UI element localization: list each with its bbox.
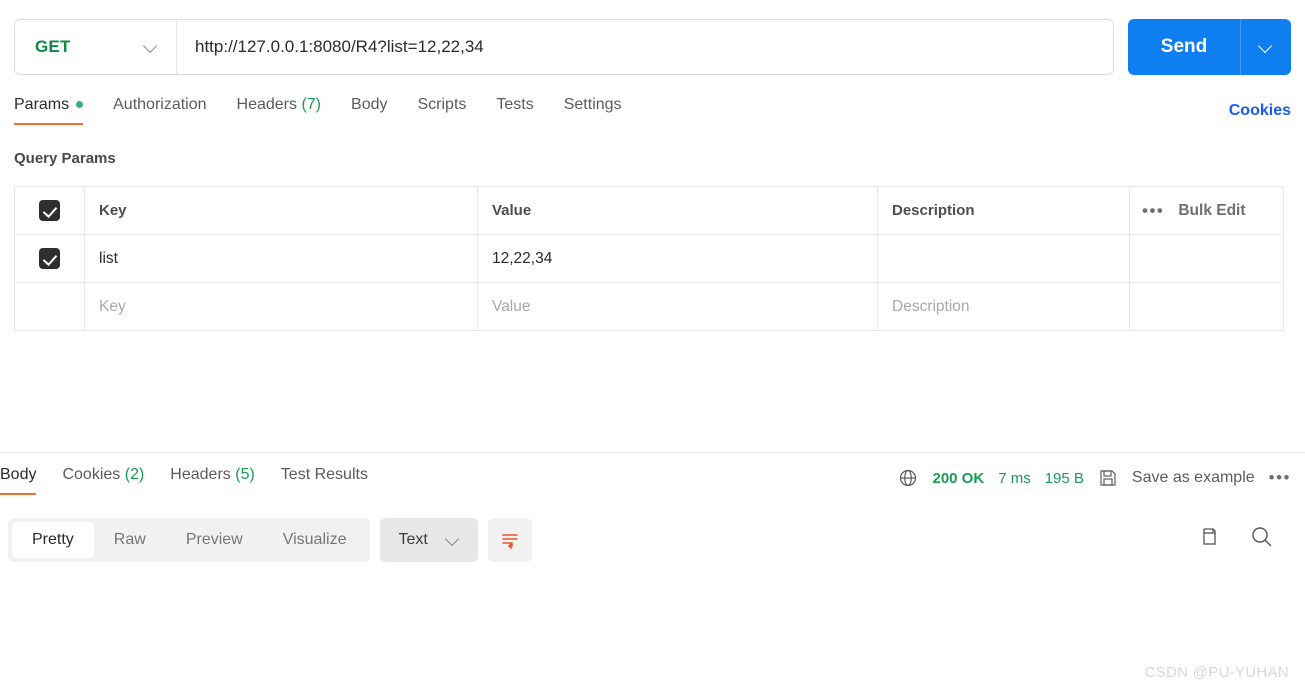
tab-params[interactable]: Params [14, 96, 84, 125]
status-code: 200 OK [932, 469, 985, 487]
view-mode-raw[interactable]: Raw [94, 522, 166, 558]
new-row-description-input[interactable]: Description [877, 282, 1130, 331]
response-time: 7 ms [998, 469, 1031, 487]
tab-params-label: Params [14, 96, 70, 113]
tab-scripts-label: Scripts [417, 96, 467, 113]
send-button[interactable]: Send [1128, 19, 1241, 75]
tab-tests[interactable]: Tests [496, 96, 533, 125]
response-tab-cookies-label: Cookies [62, 466, 121, 483]
wrap-lines-button[interactable] [487, 518, 532, 562]
tab-headers[interactable]: Headers (7) [237, 96, 322, 125]
table-header-row: Key Value Description ••• Bulk Edit [14, 186, 1284, 235]
watermark-text: CSDN @PU-YUHAN [1144, 664, 1289, 681]
copy-icon[interactable] [1197, 525, 1221, 549]
response-status-bar: 200 OK 7 ms 195 B Save as example ••• [898, 468, 1291, 488]
postman-window: GET Send Params Authorization Headers (7… [0, 0, 1305, 695]
chevron-down-icon [446, 533, 460, 547]
view-mode-visualize[interactable]: Visualize [263, 522, 367, 558]
tab-scripts[interactable]: Scripts [417, 96, 466, 125]
response-more-options-icon[interactable]: ••• [1269, 469, 1291, 486]
response-tab-test-results-label: Test Results [280, 466, 368, 483]
row-description[interactable] [877, 234, 1130, 283]
row-select-cell-empty [14, 282, 85, 331]
row-select-cell [14, 234, 85, 283]
response-tabs: Body Cookies (2) Headers (5) Test Result… [0, 466, 394, 500]
response-body-area[interactable]: 1 接到参数, list:[12, 22, 34] [0, 568, 1305, 695]
view-mode-pretty[interactable]: Pretty [12, 522, 94, 558]
column-header-description: Description [877, 186, 1130, 235]
send-options-button[interactable] [1241, 19, 1291, 75]
send-button-group: Send [1128, 19, 1291, 75]
tab-body[interactable]: Body [351, 96, 387, 125]
row-value[interactable]: 12,22,34 [477, 234, 878, 283]
more-options-icon[interactable]: ••• [1142, 202, 1164, 219]
tab-headers-count: (7) [301, 96, 322, 113]
response-tab-headers-count: (5) [235, 466, 255, 483]
chevron-down-icon [144, 40, 158, 54]
tab-settings[interactable]: Settings [564, 96, 622, 125]
response-tab-body-label: Body [0, 466, 37, 483]
save-icon[interactable] [1098, 468, 1118, 488]
column-header-value: Value [477, 186, 878, 235]
table-row: list 12,22,34 [14, 234, 1284, 283]
response-tab-cookies-count: (2) [124, 466, 145, 483]
http-method-select[interactable]: GET [15, 20, 177, 74]
tab-body-label: Body [351, 96, 388, 113]
select-all-checkbox[interactable] [39, 200, 60, 221]
chevron-down-icon [1259, 40, 1273, 54]
row-key[interactable]: list [84, 234, 478, 283]
tab-headers-label: Headers [236, 96, 297, 113]
response-tab-test-results[interactable]: Test Results [281, 466, 368, 495]
save-as-example-button[interactable]: Save as example [1132, 469, 1255, 487]
response-tab-headers-label: Headers [170, 466, 231, 483]
response-tab-cookies[interactable]: Cookies (2) [62, 466, 144, 495]
tab-tests-label: Tests [496, 96, 534, 113]
unsaved-dot-icon [76, 101, 84, 109]
table-actions-cell: ••• Bulk Edit [1129, 186, 1284, 235]
url-input[interactable] [177, 20, 1113, 74]
table-row-placeholder: Key Value Description [14, 282, 1284, 331]
pane-divider [0, 452, 1305, 453]
select-all-cell [14, 186, 85, 235]
view-mode-preview[interactable]: Preview [166, 522, 263, 558]
query-params-title: Query Params [14, 150, 116, 167]
row-checkbox[interactable] [39, 248, 60, 269]
url-box: GET [14, 19, 1114, 75]
tab-settings-label: Settings [563, 96, 622, 113]
bulk-edit-button[interactable]: Bulk Edit [1178, 202, 1245, 220]
search-icon[interactable] [1249, 524, 1275, 550]
request-tabs: Params Authorization Headers (7) Body Sc… [14, 96, 1291, 132]
row-checkbox[interactable] [39, 296, 60, 317]
response-size: 195 B [1044, 469, 1084, 487]
query-params-table: Key Value Description ••• Bulk Edit list… [14, 186, 1284, 331]
column-header-key: Key [84, 186, 478, 235]
request-url-row: GET Send [14, 19, 1291, 75]
response-format-select[interactable]: Text [380, 518, 478, 562]
new-row-value-input[interactable]: Value [477, 282, 878, 331]
tab-authorization[interactable]: Authorization [113, 96, 206, 125]
response-toolbar: Pretty Raw Preview Visualize Text [8, 518, 532, 562]
response-body-actions [1197, 524, 1275, 550]
response-format-label: Text [398, 531, 428, 548]
new-row-actions [1129, 282, 1284, 331]
http-method-label: GET [35, 37, 71, 56]
response-tab-body[interactable]: Body [0, 466, 37, 495]
tab-authorization-label: Authorization [113, 96, 207, 113]
cookies-link[interactable]: Cookies [1229, 102, 1291, 120]
row-actions [1129, 234, 1284, 283]
network-globe-icon[interactable] [898, 468, 918, 488]
response-tab-headers[interactable]: Headers (5) [170, 466, 255, 495]
new-row-key-input[interactable]: Key [84, 282, 478, 331]
response-view-mode-group: Pretty Raw Preview Visualize [8, 518, 371, 562]
